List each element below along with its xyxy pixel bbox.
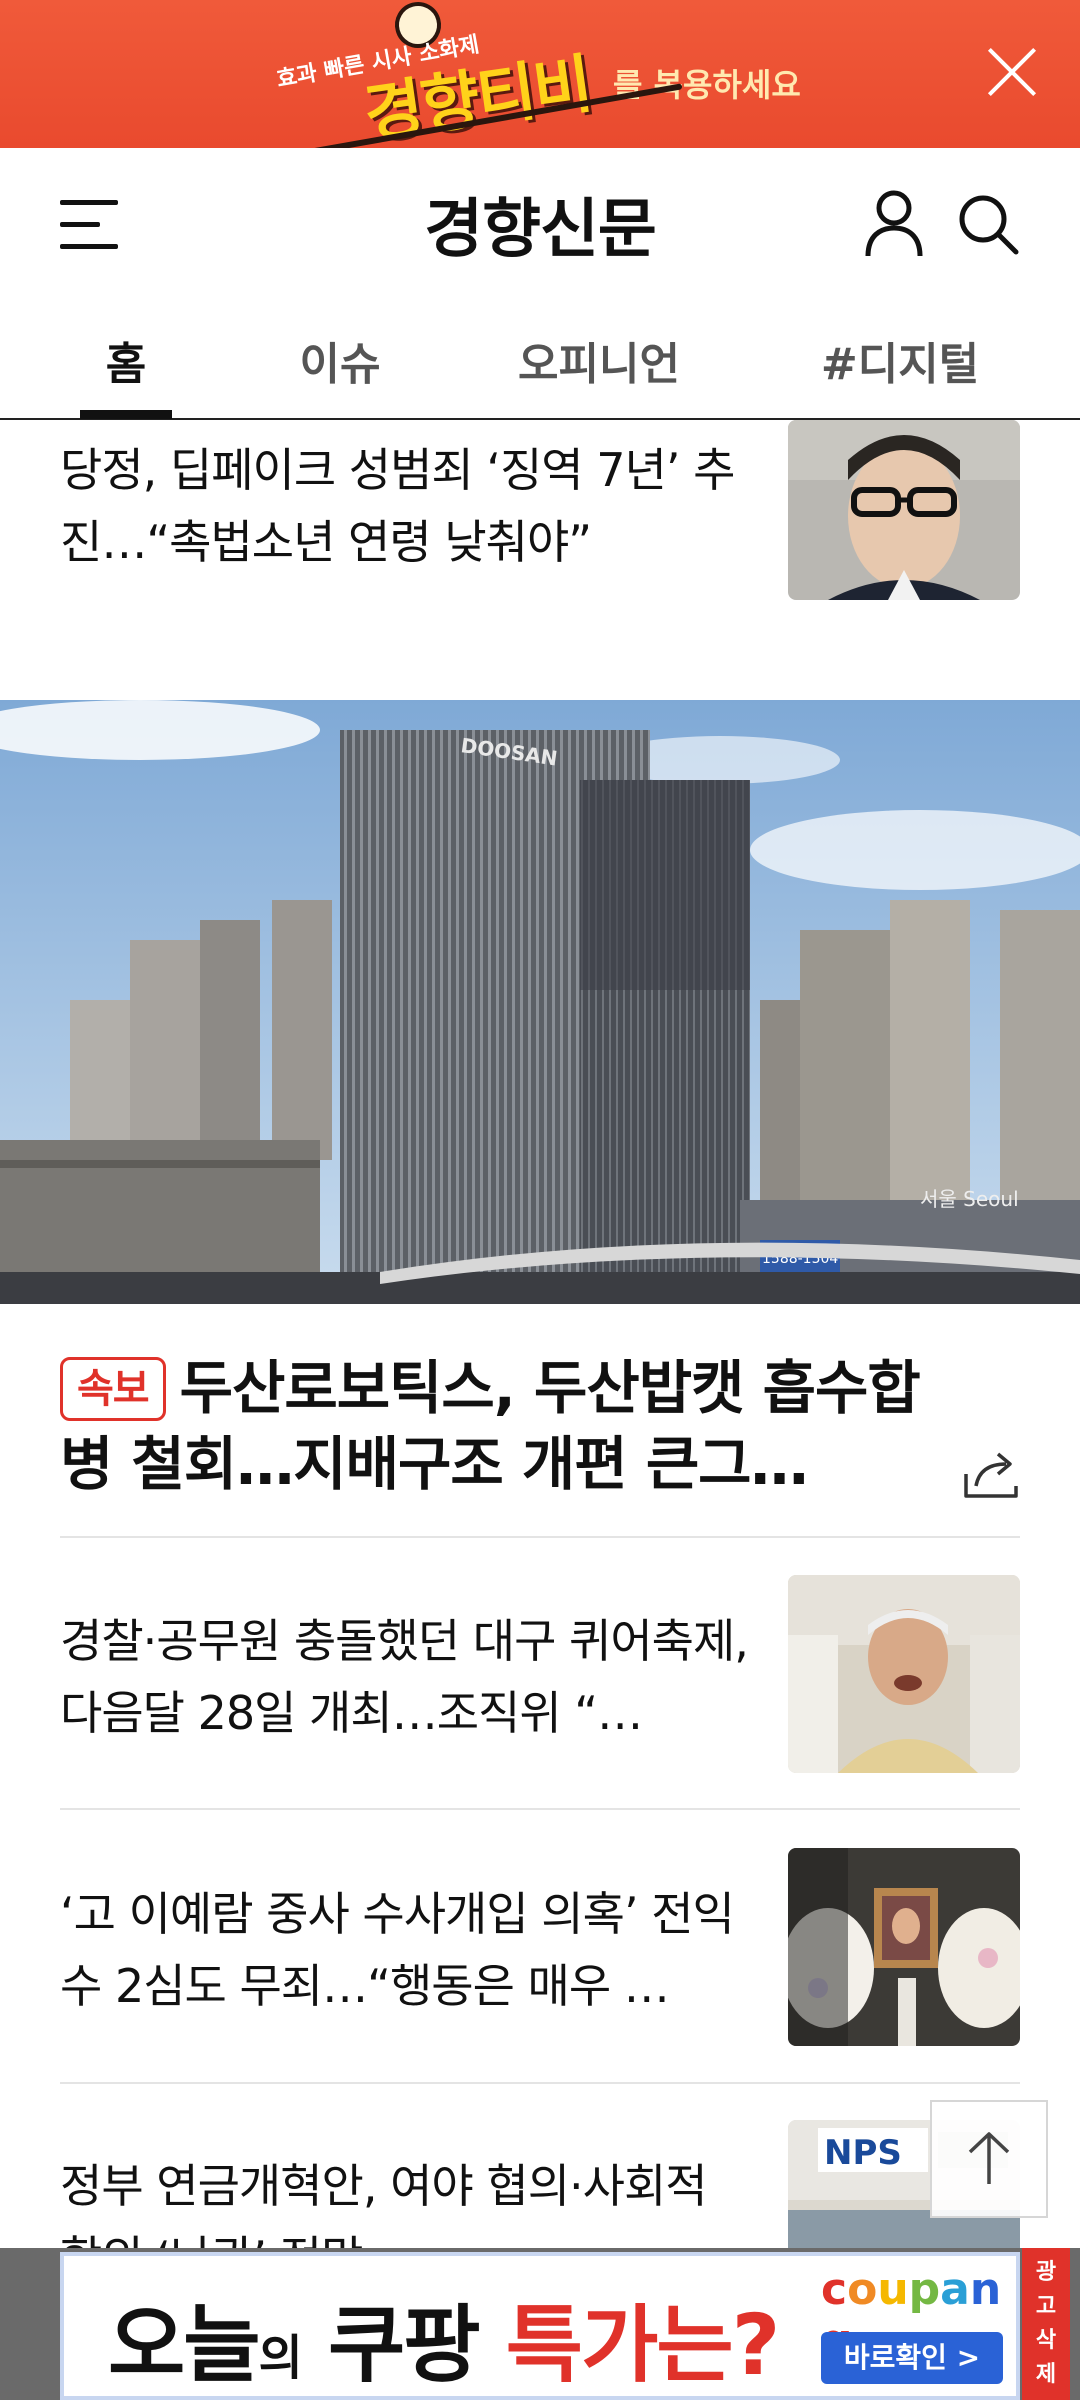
tab-home[interactable]: 홈 [80, 328, 172, 392]
breaking-title[interactable]: 두산로보틱스, 두산밥캣 흡수합병 철회…지배구조 개편 큰그… [60, 1354, 921, 1498]
close-icon[interactable] [984, 44, 1040, 100]
search-icon[interactable] [956, 192, 1020, 256]
article-title[interactable]: 경찰·공무원 충돌했던 대구 퀴어축제, 다음달 28일 개최…조직위 “… [60, 1575, 760, 1749]
site-header: 경향신문 [0, 148, 1080, 298]
nav-tabs: 홈 이슈 오피니언 #디지털 [0, 298, 1080, 420]
bottom-ad-content[interactable]: 오늘의 쿠팡 특가는? coupang 바로확인 > [60, 2252, 1020, 2400]
list-item[interactable]: 정부 연금개혁안, 여야 협의·사회적 합의 ‘난관’ 전망 NPS [60, 2120, 1020, 2248]
coupang-logo-letter: o [847, 2264, 878, 2315]
ad-remove-char: 삭 [1035, 2328, 1057, 2353]
tab-digital[interactable]: #디지털 [800, 328, 1000, 392]
ad-remove-char: 광 [1035, 2260, 1057, 2285]
site-logo[interactable]: 경향신문 [360, 178, 720, 270]
divider [60, 1536, 1020, 1538]
coupang-logo-letter: c [821, 2264, 848, 2315]
divider [60, 2082, 1020, 2084]
bottom-ad-banner[interactable]: 오늘의 쿠팡 특가는? coupang 바로확인 > 광고삭제 [0, 2248, 1080, 2400]
divider [60, 1808, 1020, 1810]
menu-icon[interactable] [60, 200, 122, 250]
bottom-ad-cta-button[interactable]: 바로확인 > [821, 2332, 1003, 2384]
share-icon[interactable] [962, 1446, 1020, 1500]
coupang-logo-letter: n [969, 2264, 1002, 2315]
arrow-up-icon [968, 2132, 1010, 2184]
article-thumbnail[interactable] [788, 1575, 1020, 1773]
seoul-sign-text: 서울 Seoul [920, 1187, 1019, 1211]
list-item[interactable]: 경찰·공무원 충돌했던 대구 퀴어축제, 다음달 28일 개최…조직위 “… [60, 1575, 1020, 1775]
top-ad-content[interactable]: 효과 빠른 시사 소화제 경향티비 를 복용하세요 [275, 0, 835, 148]
bottom-ad-headline: 오늘의 쿠팡 특가는? [108, 2296, 780, 2394]
article-thumbnail[interactable] [788, 420, 1020, 600]
user-icon[interactable] [862, 188, 926, 260]
list-item[interactable]: 당정, 딥페이크 성범죄 ‘징역 7년’ 추진…“촉법소년 연령 낮춰야” [60, 420, 1020, 624]
article-title[interactable]: 당정, 딥페이크 성범죄 ‘징역 7년’ 추진…“촉법소년 연령 낮춰야” [60, 434, 780, 578]
breaking-news-item[interactable]: 속보 두산로보틱스, 두산밥캣 흡수합병 철회…지배구조 개편 큰그… [60, 1350, 1020, 1502]
article-thumbnail[interactable] [788, 1848, 1020, 2046]
breaking-badge: 속보 [60, 1357, 166, 1421]
article-title[interactable]: ‘고 이예람 중사 수사개입 의혹’ 전익수 2심도 무죄…“행동은 매우 … [60, 1848, 760, 2022]
coupang-logo-letter: a [940, 2264, 970, 2315]
top-ad-banner[interactable]: 효과 빠른 시사 소화제 경향티비 를 복용하세요 [0, 0, 1080, 148]
tab-issue[interactable]: 이슈 [280, 328, 400, 392]
coupang-logo-letter: u [877, 2264, 909, 2315]
ad-remove-button[interactable]: 광고삭제 [1022, 2248, 1070, 2400]
tab-opinion[interactable]: 오피니언 [508, 328, 690, 392]
top-ad-tail-text: 를 복용하세요 [613, 66, 801, 104]
coupang-logo-letter: p [908, 2264, 941, 2315]
article-title[interactable]: 정부 연금개혁안, 여야 협의·사회적 합의 ‘난관’ 전망 [60, 2120, 760, 2248]
breaking-title-wrap[interactable]: 속보 두산로보틱스, 두산밥캣 흡수합병 철회…지배구조 개편 큰그… [60, 1350, 940, 1502]
list-item[interactable]: ‘고 이예람 중사 수사개입 의혹’ 전익수 2심도 무죄…“행동은 매우 … [60, 1848, 1020, 2048]
article-feed[interactable]: 당정, 딥페이크 성범죄 ‘징역 7년’ 추진…“촉법소년 연령 낮춰야” DO… [0, 420, 1080, 2248]
active-tab-indicator [80, 410, 172, 419]
hero-image[interactable]: DOOSAN 1588-1504 서울 Seoul [0, 700, 1080, 1304]
ad-remove-char: 제 [1035, 2362, 1057, 2387]
scroll-top-button[interactable] [930, 2100, 1048, 2218]
ad-remove-char: 고 [1035, 2294, 1057, 2319]
nps-logo-text: NPS [824, 2133, 902, 2173]
